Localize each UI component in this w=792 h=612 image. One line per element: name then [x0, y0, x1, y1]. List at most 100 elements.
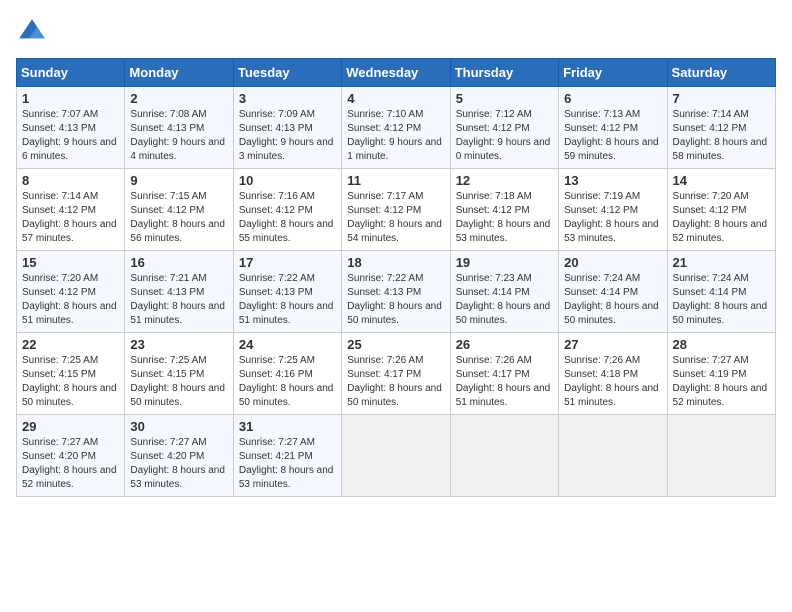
calendar-cell: 16 Sunrise: 7:21 AMSunset: 4:13 PMDaylig… [125, 251, 233, 333]
calendar-cell: 17 Sunrise: 7:22 AMSunset: 4:13 PMDaylig… [233, 251, 341, 333]
week-row-2: 8 Sunrise: 7:14 AMSunset: 4:12 PMDayligh… [17, 169, 776, 251]
day-number: 30 [130, 419, 227, 434]
day-info: Sunrise: 7:13 AMSunset: 4:12 PMDaylight:… [564, 109, 659, 162]
calendar-cell: 25 Sunrise: 7:26 AMSunset: 4:17 PMDaylig… [342, 333, 450, 415]
day-info: Sunrise: 7:22 AMSunset: 4:13 PMDaylight:… [239, 273, 334, 326]
calendar-cell: 14 Sunrise: 7:20 AMSunset: 4:12 PMDaylig… [667, 169, 775, 251]
day-number: 29 [22, 419, 119, 434]
col-header-friday: Friday [559, 59, 667, 87]
day-info: Sunrise: 7:14 AMSunset: 4:12 PMDaylight:… [673, 109, 768, 162]
day-info: Sunrise: 7:25 AMSunset: 4:15 PMDaylight:… [130, 355, 225, 408]
calendar-cell: 26 Sunrise: 7:26 AMSunset: 4:17 PMDaylig… [450, 333, 558, 415]
day-info: Sunrise: 7:22 AMSunset: 4:13 PMDaylight:… [347, 273, 442, 326]
calendar-cell: 12 Sunrise: 7:18 AMSunset: 4:12 PMDaylig… [450, 169, 558, 251]
day-number: 15 [22, 255, 119, 270]
day-number: 22 [22, 337, 119, 352]
calendar-cell: 24 Sunrise: 7:25 AMSunset: 4:16 PMDaylig… [233, 333, 341, 415]
day-number: 24 [239, 337, 336, 352]
day-info: Sunrise: 7:19 AMSunset: 4:12 PMDaylight:… [564, 191, 659, 244]
day-number: 28 [673, 337, 770, 352]
day-number: 27 [564, 337, 661, 352]
page-header [16, 16, 776, 48]
day-number: 2 [130, 91, 227, 106]
calendar-cell: 19 Sunrise: 7:23 AMSunset: 4:14 PMDaylig… [450, 251, 558, 333]
day-number: 18 [347, 255, 444, 270]
calendar-cell: 11 Sunrise: 7:17 AMSunset: 4:12 PMDaylig… [342, 169, 450, 251]
calendar-cell: 6 Sunrise: 7:13 AMSunset: 4:12 PMDayligh… [559, 87, 667, 169]
calendar-cell: 18 Sunrise: 7:22 AMSunset: 4:13 PMDaylig… [342, 251, 450, 333]
day-number: 16 [130, 255, 227, 270]
calendar-cell: 15 Sunrise: 7:20 AMSunset: 4:12 PMDaylig… [17, 251, 125, 333]
day-number: 25 [347, 337, 444, 352]
day-number: 9 [130, 173, 227, 188]
day-number: 17 [239, 255, 336, 270]
week-row-3: 15 Sunrise: 7:20 AMSunset: 4:12 PMDaylig… [17, 251, 776, 333]
day-number: 7 [673, 91, 770, 106]
col-header-monday: Monday [125, 59, 233, 87]
calendar-cell: 1 Sunrise: 7:07 AMSunset: 4:13 PMDayligh… [17, 87, 125, 169]
calendar-cell: 30 Sunrise: 7:27 AMSunset: 4:20 PMDaylig… [125, 415, 233, 497]
day-info: Sunrise: 7:07 AMSunset: 4:13 PMDaylight:… [22, 109, 117, 162]
day-number: 11 [347, 173, 444, 188]
day-number: 20 [564, 255, 661, 270]
week-row-1: 1 Sunrise: 7:07 AMSunset: 4:13 PMDayligh… [17, 87, 776, 169]
calendar-cell: 31 Sunrise: 7:27 AMSunset: 4:21 PMDaylig… [233, 415, 341, 497]
calendar-cell [667, 415, 775, 497]
calendar-cell: 29 Sunrise: 7:27 AMSunset: 4:20 PMDaylig… [17, 415, 125, 497]
calendar-cell: 28 Sunrise: 7:27 AMSunset: 4:19 PMDaylig… [667, 333, 775, 415]
calendar-cell: 10 Sunrise: 7:16 AMSunset: 4:12 PMDaylig… [233, 169, 341, 251]
day-info: Sunrise: 7:27 AMSunset: 4:20 PMDaylight:… [130, 437, 225, 490]
day-info: Sunrise: 7:25 AMSunset: 4:15 PMDaylight:… [22, 355, 117, 408]
day-info: Sunrise: 7:27 AMSunset: 4:20 PMDaylight:… [22, 437, 117, 490]
day-number: 4 [347, 91, 444, 106]
day-info: Sunrise: 7:24 AMSunset: 4:14 PMDaylight:… [673, 273, 768, 326]
calendar-cell: 7 Sunrise: 7:14 AMSunset: 4:12 PMDayligh… [667, 87, 775, 169]
day-number: 12 [456, 173, 553, 188]
day-number: 6 [564, 91, 661, 106]
day-number: 5 [456, 91, 553, 106]
week-row-4: 22 Sunrise: 7:25 AMSunset: 4:15 PMDaylig… [17, 333, 776, 415]
day-info: Sunrise: 7:27 AMSunset: 4:21 PMDaylight:… [239, 437, 334, 490]
day-number: 26 [456, 337, 553, 352]
day-number: 14 [673, 173, 770, 188]
calendar-cell [342, 415, 450, 497]
calendar-cell: 4 Sunrise: 7:10 AMSunset: 4:12 PMDayligh… [342, 87, 450, 169]
calendar-cell: 2 Sunrise: 7:08 AMSunset: 4:13 PMDayligh… [125, 87, 233, 169]
day-info: Sunrise: 7:14 AMSunset: 4:12 PMDaylight:… [22, 191, 117, 244]
calendar-header-row: SundayMondayTuesdayWednesdayThursdayFrid… [17, 59, 776, 87]
calendar-cell [559, 415, 667, 497]
day-info: Sunrise: 7:20 AMSunset: 4:12 PMDaylight:… [22, 273, 117, 326]
calendar-cell: 21 Sunrise: 7:24 AMSunset: 4:14 PMDaylig… [667, 251, 775, 333]
col-header-tuesday: Tuesday [233, 59, 341, 87]
logo-icon [16, 16, 48, 48]
day-info: Sunrise: 7:12 AMSunset: 4:12 PMDaylight:… [456, 109, 551, 162]
day-number: 3 [239, 91, 336, 106]
day-info: Sunrise: 7:09 AMSunset: 4:13 PMDaylight:… [239, 109, 334, 162]
calendar-cell: 5 Sunrise: 7:12 AMSunset: 4:12 PMDayligh… [450, 87, 558, 169]
day-info: Sunrise: 7:23 AMSunset: 4:14 PMDaylight:… [456, 273, 551, 326]
day-number: 13 [564, 173, 661, 188]
day-number: 1 [22, 91, 119, 106]
calendar-table: SundayMondayTuesdayWednesdayThursdayFrid… [16, 58, 776, 497]
day-info: Sunrise: 7:08 AMSunset: 4:13 PMDaylight:… [130, 109, 225, 162]
day-info: Sunrise: 7:20 AMSunset: 4:12 PMDaylight:… [673, 191, 768, 244]
day-info: Sunrise: 7:24 AMSunset: 4:14 PMDaylight:… [564, 273, 659, 326]
day-info: Sunrise: 7:15 AMSunset: 4:12 PMDaylight:… [130, 191, 225, 244]
day-info: Sunrise: 7:17 AMSunset: 4:12 PMDaylight:… [347, 191, 442, 244]
day-number: 23 [130, 337, 227, 352]
day-info: Sunrise: 7:26 AMSunset: 4:17 PMDaylight:… [456, 355, 551, 408]
calendar-cell: 8 Sunrise: 7:14 AMSunset: 4:12 PMDayligh… [17, 169, 125, 251]
col-header-sunday: Sunday [17, 59, 125, 87]
week-row-5: 29 Sunrise: 7:27 AMSunset: 4:20 PMDaylig… [17, 415, 776, 497]
calendar-cell: 23 Sunrise: 7:25 AMSunset: 4:15 PMDaylig… [125, 333, 233, 415]
col-header-wednesday: Wednesday [342, 59, 450, 87]
calendar-cell: 20 Sunrise: 7:24 AMSunset: 4:14 PMDaylig… [559, 251, 667, 333]
day-number: 31 [239, 419, 336, 434]
col-header-thursday: Thursday [450, 59, 558, 87]
day-info: Sunrise: 7:21 AMSunset: 4:13 PMDaylight:… [130, 273, 225, 326]
logo [16, 16, 52, 48]
calendar-cell: 13 Sunrise: 7:19 AMSunset: 4:12 PMDaylig… [559, 169, 667, 251]
col-header-saturday: Saturday [667, 59, 775, 87]
day-number: 19 [456, 255, 553, 270]
day-info: Sunrise: 7:26 AMSunset: 4:18 PMDaylight:… [564, 355, 659, 408]
